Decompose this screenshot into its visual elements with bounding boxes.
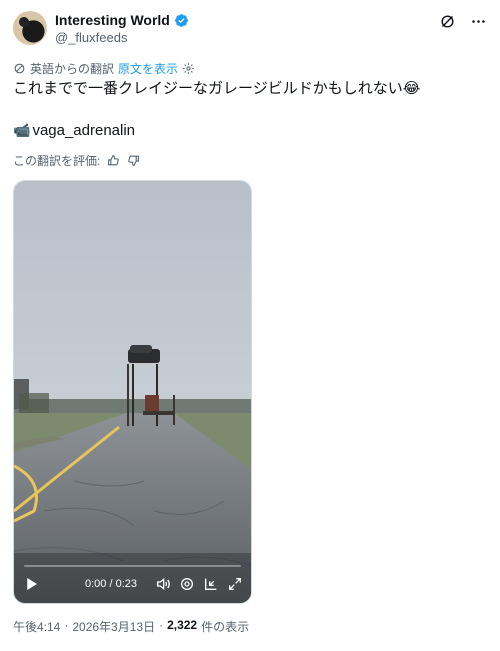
fullscreen-icon[interactable] (227, 576, 243, 592)
gear-icon[interactable] (182, 62, 195, 75)
volume-icon[interactable] (155, 576, 171, 592)
verified-badge-icon (174, 13, 188, 27)
views-label: 件の表示 (201, 620, 250, 634)
translation-label: 英語からの翻訳 (30, 62, 115, 76)
thumbs-up-icon[interactable] (107, 154, 120, 167)
views-count: 2,322 (167, 618, 198, 632)
meta-separator: · (159, 618, 164, 632)
grok-icon[interactable] (439, 13, 456, 30)
avatar[interactable] (13, 11, 47, 45)
rate-label: この翻訳を評価: (13, 154, 101, 168)
author-name[interactable]: Interesting World (55, 12, 170, 28)
translate-icon (14, 63, 25, 74)
tweet-meta: 午後4:14 · 2026年3月13日 · 2,322 件の表示 (13, 618, 249, 635)
video-player[interactable]: 0:00 / 0:23 (13, 180, 252, 604)
avatar-image (17, 15, 31, 29)
video-camera-emoji: 📹 (13, 122, 31, 138)
header-actions (439, 13, 487, 30)
tweet-date[interactable]: 2026年3月13日 (72, 618, 155, 635)
miniplayer-icon[interactable] (203, 576, 219, 592)
thumbs-down-icon[interactable] (127, 154, 140, 167)
meta-separator: · (64, 618, 69, 632)
video-time: 0:00 / 0:23 (85, 578, 137, 590)
play-icon[interactable] (22, 575, 40, 593)
author-name-row: Interesting World (55, 12, 189, 28)
tweet-time[interactable]: 午後4:14 (13, 618, 60, 635)
video-controls: 0:00 / 0:23 (14, 555, 251, 603)
rate-translation: この翻訳を評価: (13, 152, 140, 169)
show-original-link[interactable]: 原文を表示 (118, 60, 178, 77)
credit-name: vaga_adrenalin (32, 122, 136, 139)
tweet-text: これまでで一番クレイジーなガレージビルドかもしれない😂 (13, 80, 421, 97)
tweet-credit: 📹 vaga_adrenalin (13, 122, 135, 139)
settings-icon[interactable] (179, 576, 195, 592)
author-handle[interactable]: @_fluxfeeds (55, 30, 127, 45)
tweet-header: Interesting World @_fluxfeeds (13, 11, 487, 47)
more-icon[interactable] (470, 13, 487, 30)
video-progress-bar[interactable] (24, 565, 241, 567)
video-frame (14, 181, 251, 603)
video-control-row: 0:00 / 0:23 (22, 574, 243, 594)
translation-info: 英語からの翻訳 原文を表示 (13, 60, 195, 77)
